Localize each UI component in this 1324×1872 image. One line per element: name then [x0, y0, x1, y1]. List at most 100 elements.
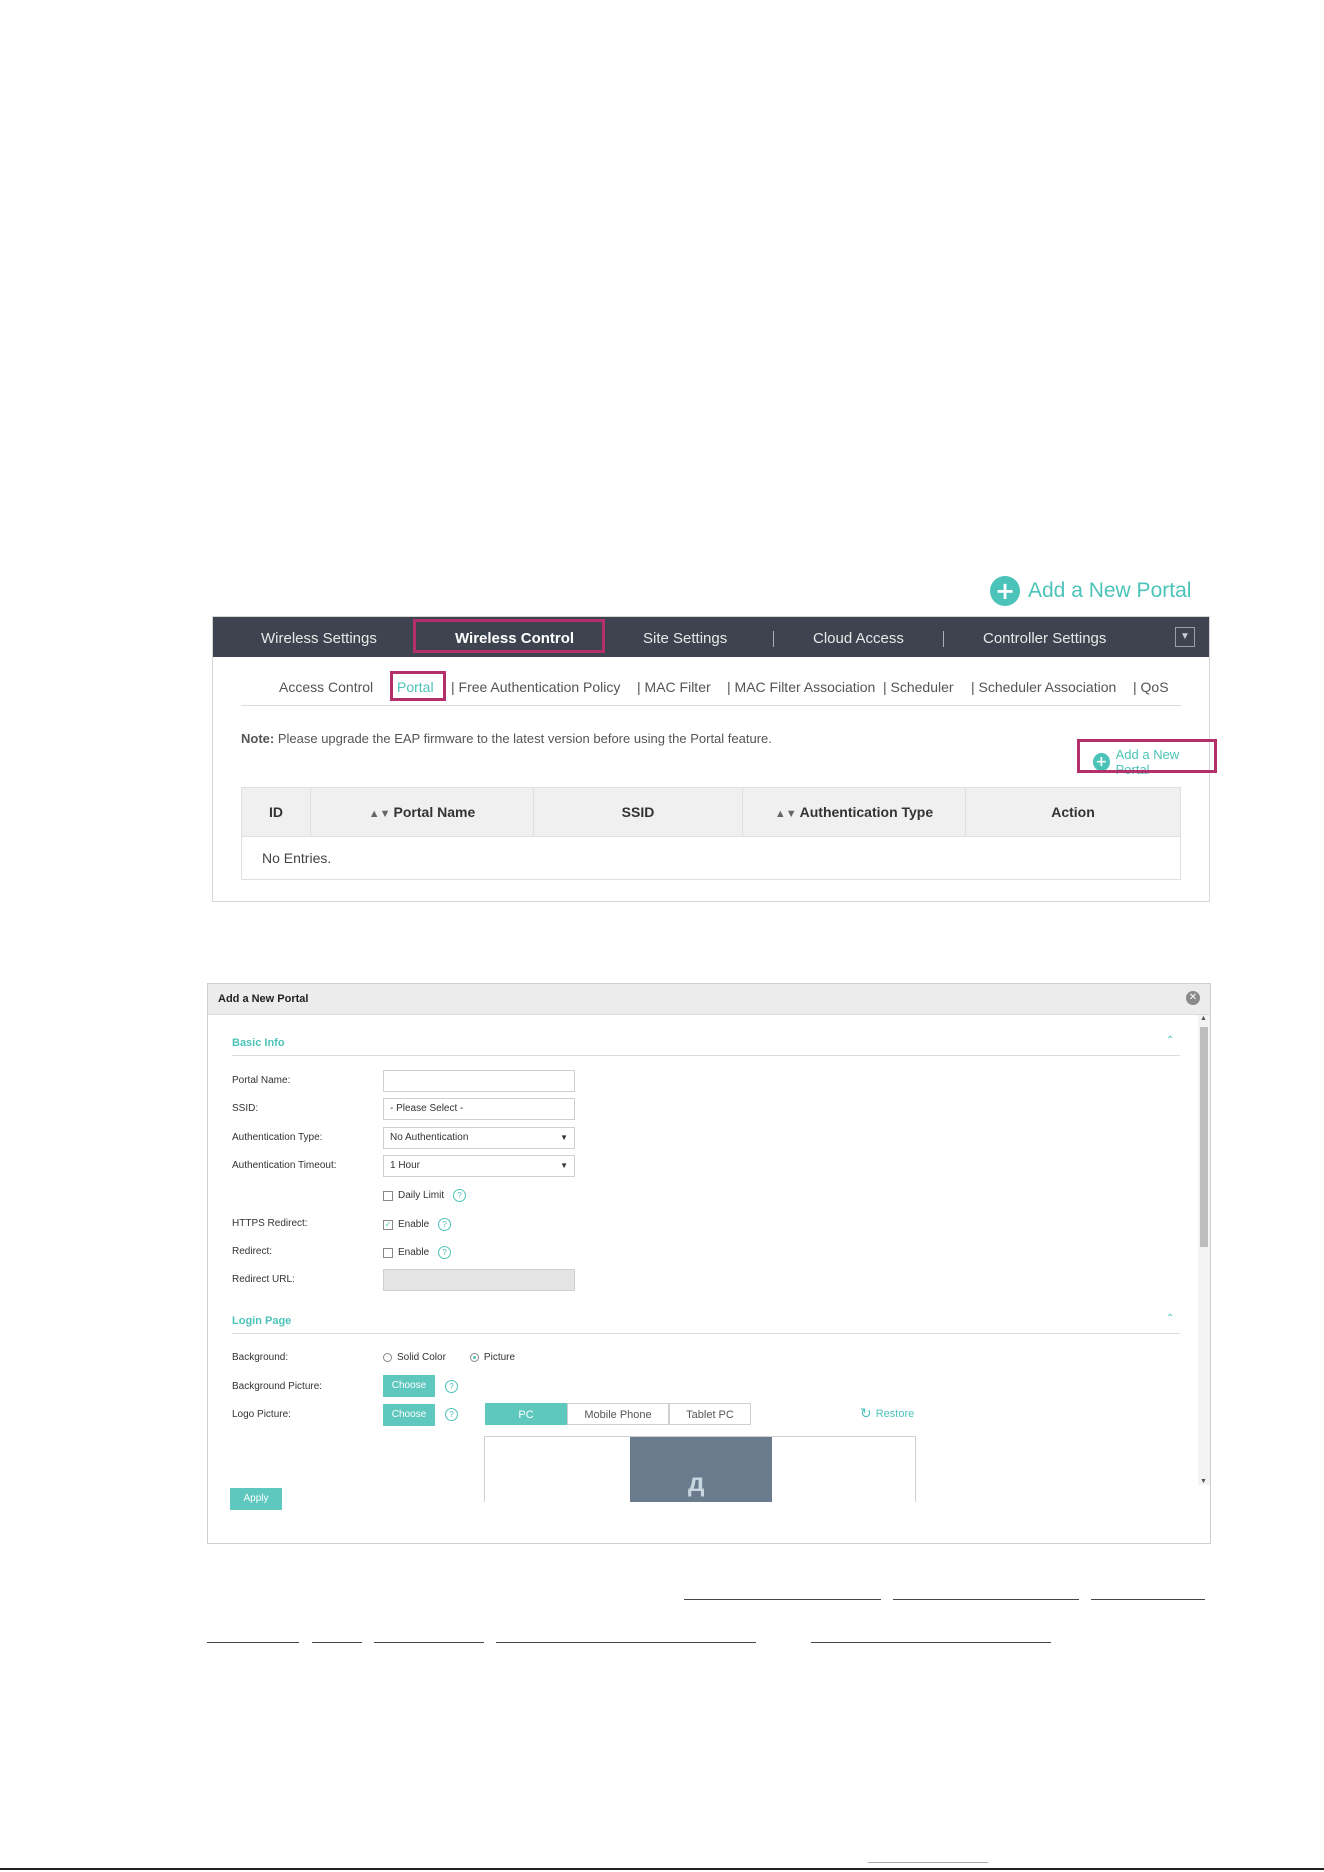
- restore-label: Restore: [875, 1407, 915, 1420]
- link-underline[interactable]: [1091, 1599, 1205, 1600]
- link-underline[interactable]: [893, 1599, 1079, 1600]
- refresh-icon: ↻: [860, 1405, 872, 1421]
- nav-wireless-settings[interactable]: Wireless Settings: [261, 617, 377, 657]
- divider: [241, 705, 1181, 706]
- link-underline[interactable]: [496, 1642, 756, 1643]
- auth-type-value: No Authentication: [390, 1132, 469, 1143]
- tab-qos[interactable]: | QoS: [1133, 679, 1169, 695]
- preview-image: д: [630, 1437, 772, 1502]
- highlight-box: [390, 671, 446, 701]
- auth-type-select[interactable]: No Authentication ▼: [383, 1127, 575, 1149]
- col-action: Action: [965, 787, 1181, 837]
- section-divider: [232, 1055, 1180, 1056]
- scroll-down-icon[interactable]: ▼: [1200, 1478, 1207, 1485]
- ssid-select[interactable]: - Please Select -: [383, 1098, 575, 1120]
- tab-mac-filter-association[interactable]: | MAC Filter Association: [727, 679, 875, 695]
- divider: [868, 1862, 988, 1863]
- picture-label: Picture: [483, 1352, 516, 1363]
- note-text: Please upgrade the EAP firmware to the l…: [274, 731, 772, 746]
- https-redirect-row: ✓ Enable ?: [383, 1218, 452, 1231]
- auth-timeout-value: 1 Hour: [390, 1160, 421, 1171]
- tab-mobile-phone[interactable]: Mobile Phone: [567, 1403, 669, 1425]
- sort-icon: ▲▼: [368, 808, 391, 820]
- modal-title: Add a New Portal: [218, 993, 309, 1005]
- close-icon[interactable]: ✕: [1186, 991, 1200, 1005]
- link-underline[interactable]: [207, 1642, 299, 1643]
- section-login-page: Login Page: [232, 1315, 292, 1327]
- auth-timeout-select[interactable]: 1 Hour ▼: [383, 1155, 575, 1177]
- help-icon[interactable]: ?: [445, 1408, 458, 1421]
- highlight-box: [1077, 739, 1217, 773]
- redirect-checkbox[interactable]: [383, 1247, 393, 1258]
- tab-tablet-pc[interactable]: Tablet PC: [669, 1403, 751, 1425]
- ssid-label: SSID:: [232, 1103, 259, 1114]
- tab-scheduler-association[interactable]: | Scheduler Association: [971, 679, 1116, 695]
- https-redirect-label: HTTPS Redirect:: [232, 1218, 308, 1229]
- tab-mac-filter[interactable]: | MAC Filter: [637, 679, 711, 695]
- scroll-up-icon[interactable]: ▲: [1200, 1015, 1207, 1022]
- tab-free-auth-policy[interactable]: | Free Authentication Policy: [451, 679, 620, 695]
- chevron-down-icon: ▼: [560, 1133, 568, 1142]
- link-underline[interactable]: [684, 1599, 881, 1600]
- help-icon[interactable]: ?: [453, 1189, 467, 1202]
- nav-cloud-access[interactable]: Cloud Access: [813, 617, 904, 657]
- tab-pc[interactable]: PC: [485, 1403, 567, 1425]
- tab-access-control[interactable]: Access Control: [279, 679, 373, 695]
- solid-color-radio[interactable]: [383, 1353, 392, 1362]
- auth-type-label: Authentication Type:: [232, 1132, 323, 1143]
- col-auth-type[interactable]: ▲▼ Authentication Type: [742, 787, 966, 837]
- device-tabs: PC Mobile Phone Tablet PC: [485, 1403, 751, 1425]
- chevron-down-icon[interactable]: ▼: [1175, 627, 1195, 647]
- portal-name-label: Portal Name:: [232, 1075, 291, 1086]
- choose-bg-button[interactable]: Choose: [383, 1375, 435, 1397]
- link-underline[interactable]: [811, 1642, 1051, 1643]
- https-enable-label: Enable: [398, 1219, 430, 1230]
- link-underline[interactable]: [374, 1642, 484, 1643]
- help-icon[interactable]: ?: [445, 1380, 458, 1393]
- daily-limit-label: Daily Limit: [398, 1190, 445, 1201]
- picture-radio[interactable]: [469, 1353, 479, 1362]
- bg-picture-label: Background Picture:: [232, 1381, 323, 1392]
- scrollbar[interactable]: ▲ ▼: [1198, 1015, 1210, 1485]
- modal-header: Add a New Portal ✕: [208, 984, 1210, 1015]
- restore-button[interactable]: ↻ Restore: [860, 1405, 914, 1422]
- nav-controller-settings[interactable]: Controller Settings: [983, 617, 1106, 657]
- section-basic-info: Basic Info: [232, 1037, 285, 1049]
- apply-button[interactable]: Apply: [230, 1488, 282, 1510]
- scroll-thumb[interactable]: [1200, 1027, 1208, 1247]
- portal-table: ID ▲▼ Portal Name SSID ▲▼ Authentication T…: [241, 787, 1181, 880]
- collapse-icon[interactable]: ⌃: [1166, 1313, 1174, 1324]
- redirect-enable-label: Enable: [398, 1247, 430, 1258]
- portal-name-input[interactable]: [383, 1070, 575, 1092]
- table-header-row: ID ▲▼ Portal Name SSID ▲▼ Authentication T…: [241, 787, 1181, 837]
- col-portal-name[interactable]: ▲▼ Portal Name: [310, 787, 534, 837]
- background-options: Solid Color Picture: [383, 1352, 515, 1363]
- nav-separator: [943, 631, 944, 647]
- link-underline[interactable]: [312, 1642, 362, 1643]
- sub-tabs: Access Control Portal | Free Authenticat…: [213, 657, 1209, 707]
- redirect-row: Enable ?: [383, 1246, 452, 1259]
- help-icon[interactable]: ?: [438, 1218, 452, 1231]
- no-entries: No Entries.: [241, 836, 1181, 880]
- https-redirect-checkbox[interactable]: ✓: [383, 1219, 393, 1230]
- redirect-url-label: Redirect URL:: [232, 1274, 295, 1285]
- choose-logo-button[interactable]: Choose: [383, 1404, 435, 1426]
- col-ssid: SSID: [533, 787, 743, 837]
- daily-limit-row: Daily Limit ?: [383, 1189, 467, 1202]
- sort-icon: ▲▼: [774, 808, 797, 820]
- highlight-box: [413, 619, 605, 653]
- collapse-icon[interactable]: ⌃: [1166, 1035, 1174, 1046]
- table-row: No Entries.: [241, 836, 1181, 880]
- nav-site-settings[interactable]: Site Settings: [643, 617, 727, 657]
- col-id: ID: [241, 787, 311, 837]
- background-label: Background:: [232, 1352, 289, 1363]
- top-nav: Wireless Settings Wireless Control Site …: [213, 617, 1209, 657]
- logo-picture-label: Logo Picture:: [232, 1409, 291, 1420]
- solid-color-label: Solid Color: [397, 1352, 446, 1363]
- daily-limit-checkbox[interactable]: [383, 1190, 393, 1201]
- redirect-label: Redirect:: [232, 1246, 273, 1257]
- section-divider: [232, 1333, 1180, 1334]
- add-portal-callout[interactable]: + Add a New Portal: [990, 574, 1191, 608]
- help-icon[interactable]: ?: [438, 1246, 452, 1259]
- tab-scheduler[interactable]: | Scheduler: [883, 679, 954, 695]
